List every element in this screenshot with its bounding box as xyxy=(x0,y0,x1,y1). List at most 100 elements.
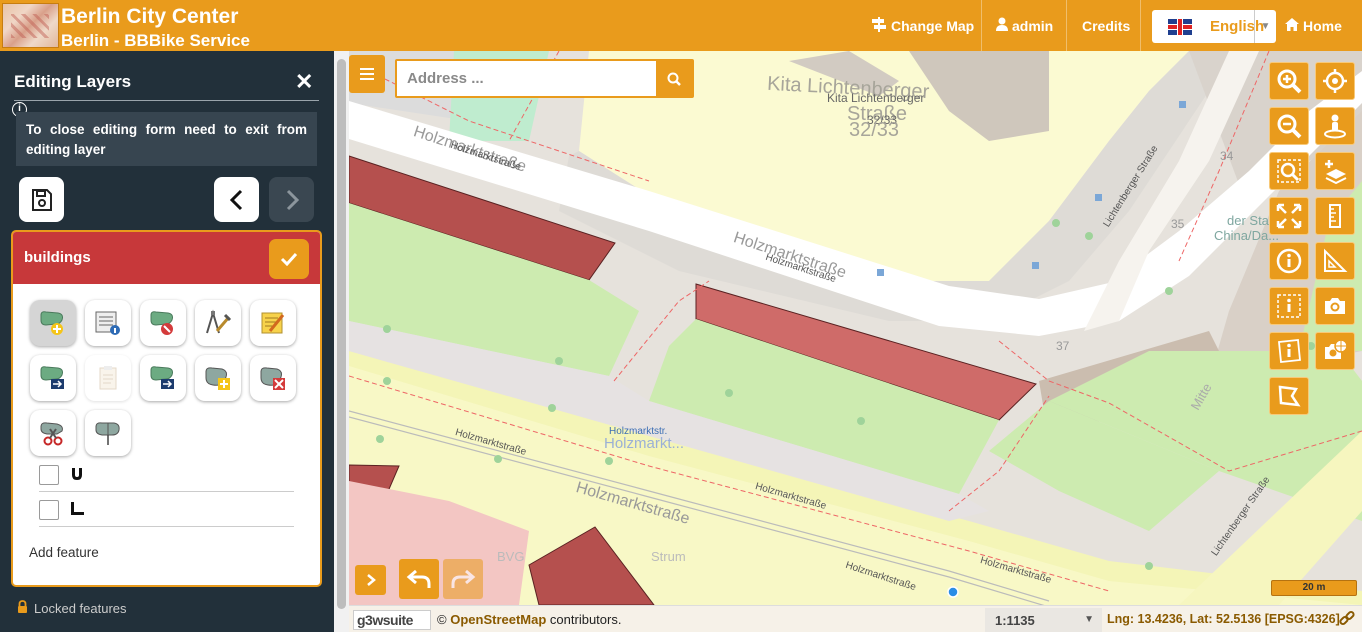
geolocation-button[interactable] xyxy=(1315,62,1355,100)
save-button[interactable] xyxy=(19,177,64,222)
redo-icon xyxy=(451,569,476,588)
home-icon xyxy=(1285,17,1299,34)
language-select[interactable]: English ▼ xyxy=(1152,10,1276,43)
snap-checkbox[interactable] xyxy=(39,500,59,520)
add-layer-button[interactable] xyxy=(1315,152,1355,190)
credits-button[interactable]: Credits xyxy=(1082,0,1130,51)
map-label: Strum xyxy=(651,549,686,564)
paste-feature-tool[interactable] xyxy=(85,355,131,401)
credits-label: Credits xyxy=(1082,17,1131,34)
header-divider xyxy=(981,0,982,51)
info-polygon-icon xyxy=(1278,339,1301,363)
hamburger-icon xyxy=(360,68,374,80)
attribute-table-icon xyxy=(95,311,120,335)
scrollbar-thumb[interactable] xyxy=(337,59,346,609)
expand-icon xyxy=(1276,203,1302,229)
screenshot-button[interactable] xyxy=(1315,287,1355,325)
search-button[interactable] xyxy=(656,61,692,96)
snap-checkbox[interactable] xyxy=(39,465,59,485)
scale-value: 1:1135 xyxy=(995,612,1035,628)
add-feature-icon xyxy=(40,311,63,335)
user-menu-button[interactable]: admin xyxy=(996,0,1053,51)
add-part-tool[interactable] xyxy=(195,355,241,401)
copy-feature-tool[interactable] xyxy=(30,355,76,401)
stop-editing-button[interactable] xyxy=(269,239,309,279)
zoom-in-button[interactable] xyxy=(1269,62,1309,100)
home-button[interactable]: Home xyxy=(1285,0,1342,51)
scale-bar: 20 m xyxy=(1271,580,1357,596)
measure-length-button[interactable] xyxy=(1315,197,1355,235)
move-feature-icon xyxy=(150,366,174,389)
measure-area-button[interactable] xyxy=(1315,242,1355,280)
osm-link[interactable]: OpenStreetMap xyxy=(450,612,546,627)
zoom-box-button[interactable] xyxy=(1269,152,1309,190)
app-header: Berlin City Center Berlin - BBBike Servi… xyxy=(0,0,1362,51)
modify-vertex-tool[interactable] xyxy=(195,300,241,346)
polygon-draw-icon xyxy=(1278,385,1301,407)
header-divider xyxy=(1066,0,1067,51)
geo-screenshot-button[interactable] xyxy=(1315,332,1355,370)
zoom-in-icon xyxy=(1277,69,1302,94)
share-link-icon[interactable] xyxy=(1339,610,1355,631)
change-map-label: Change Map xyxy=(891,17,975,34)
merge-features-tool[interactable] xyxy=(85,410,131,456)
copy-feature-icon xyxy=(40,366,64,389)
delete-part-icon xyxy=(260,367,285,390)
delete-feature-icon xyxy=(150,311,173,335)
chevron-down-icon: ▼ xyxy=(1254,10,1276,43)
edit-attributes-tool[interactable] xyxy=(85,300,131,346)
magnet-icon xyxy=(69,466,85,487)
snap-option-row xyxy=(39,493,294,527)
search-icon xyxy=(667,72,681,86)
mouse-coordinates: Lng: 13.4236, Lat: 52.5136 [EPSG:4326] xyxy=(1107,612,1340,626)
chevron-right-icon xyxy=(286,189,299,210)
sidebar-scrollbar[interactable] xyxy=(334,51,349,632)
locked-features-label: Locked features xyxy=(34,600,127,616)
map-canvas[interactable]: Kita Lichtenberger Kita Lichtenberger St… xyxy=(349,51,1362,605)
info-icon xyxy=(1276,248,1302,274)
copyright-symbol: © xyxy=(437,612,447,627)
layer-name: buildings xyxy=(24,249,91,266)
ruler-icon xyxy=(1329,204,1341,228)
sidebar-toggle-button[interactable] xyxy=(349,55,385,93)
map-redo-button[interactable] xyxy=(443,559,483,599)
close-icon[interactable]: ✕ xyxy=(295,69,313,95)
divider xyxy=(14,100,319,101)
g3w-logo[interactable]: g3wsuite xyxy=(353,610,431,630)
redo-button[interactable] xyxy=(269,177,314,222)
add-feature-tool[interactable] xyxy=(30,300,76,346)
query-by-drawing-button[interactable] xyxy=(1269,377,1309,415)
map-label: BVG xyxy=(497,549,525,564)
add-feature-label: Add feature xyxy=(29,545,99,560)
clipboard-icon xyxy=(99,366,117,390)
info-message: To close editing form need to exit from … xyxy=(16,112,317,166)
edit-multiple-tool[interactable] xyxy=(250,300,296,346)
map-label: 32/33 xyxy=(849,119,900,141)
attribution-text: contributors. xyxy=(549,612,622,627)
delete-part-tool[interactable] xyxy=(250,355,296,401)
check-icon xyxy=(280,252,298,266)
layer-header: buildings xyxy=(13,232,320,284)
zoom-out-button[interactable] xyxy=(1269,107,1309,145)
zoom-to-extent-button[interactable] xyxy=(1269,197,1309,235)
camera-globe-icon xyxy=(1325,339,1348,359)
query-polygon-button[interactable] xyxy=(1269,332,1309,370)
split-feature-tool[interactable] xyxy=(30,410,76,456)
expand-panel-button[interactable] xyxy=(355,565,386,595)
undo-button[interactable] xyxy=(214,177,259,222)
camera-icon xyxy=(1325,298,1345,314)
zoom-out-icon xyxy=(1277,114,1302,139)
query-info-button[interactable] xyxy=(1269,242,1309,280)
scale-select[interactable]: 1:1135 ▼ xyxy=(985,608,1102,632)
move-feature-tool[interactable] xyxy=(140,355,186,401)
zoom-box-icon xyxy=(1277,159,1301,183)
streetview-button[interactable] xyxy=(1315,107,1355,145)
delete-feature-tool[interactable] xyxy=(140,300,186,346)
panel-title: Editing Layers xyxy=(14,72,132,91)
snap-option-row xyxy=(39,458,294,492)
change-map-button[interactable]: Change Map xyxy=(872,0,974,51)
query-bbox-button[interactable] xyxy=(1269,287,1309,325)
address-search-input[interactable] xyxy=(397,61,658,96)
app-logo[interactable] xyxy=(2,3,59,48)
map-undo-button[interactable] xyxy=(399,559,439,599)
